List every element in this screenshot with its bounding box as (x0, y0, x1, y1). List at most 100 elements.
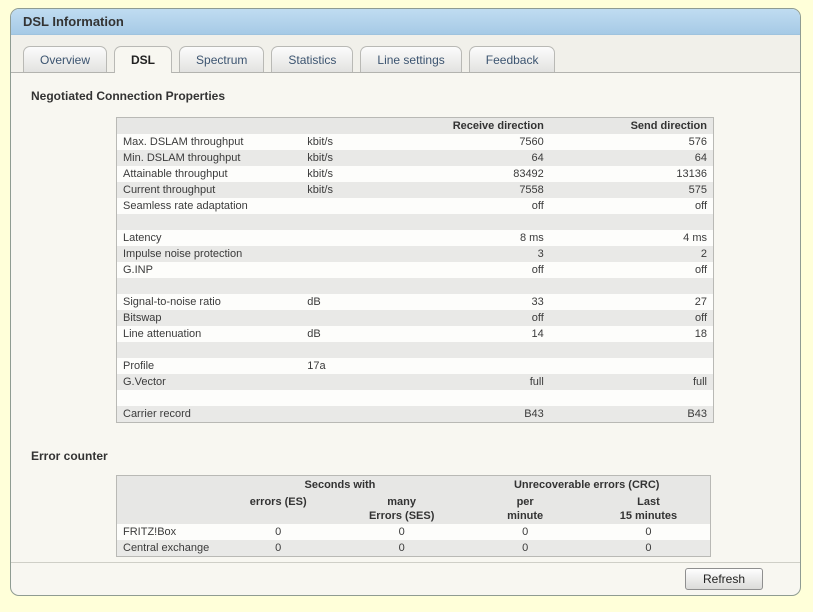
page-title: DSL Information (23, 14, 124, 29)
error-group-header-row: Seconds with Unrecoverable errors (CRC) (116, 475, 711, 493)
error-counter-heading: Error counter (31, 449, 108, 463)
tab-dsl[interactable]: DSL (114, 46, 173, 73)
error-row-label: FRITZ!Box (123, 526, 177, 538)
table-row: Current throughput kbit/s 7558 575 (116, 182, 714, 198)
error-value: 0 (275, 526, 282, 538)
property-label: Carrier record (123, 408, 191, 420)
table-row: Seamless rate adaptation off off (117, 198, 714, 214)
send-value: 27 (694, 296, 707, 308)
property-unit: kbit/s (307, 168, 333, 180)
receive-value: full (529, 376, 544, 388)
receive-value: 7558 (519, 184, 544, 196)
table-row: Latency 8 ms 4 ms (117, 230, 714, 246)
property-unit: dB (307, 328, 321, 340)
connection-properties-heading: Negotiated Connection Properties (31, 89, 226, 103)
property-label: Line attenuation (123, 328, 202, 340)
property-unit (301, 310, 398, 326)
property-unit: kbit/s (307, 184, 333, 196)
tab-statistics[interactable]: Statistics (271, 46, 354, 73)
receive-value: 7560 (519, 136, 544, 148)
header-errors-es: errors (ES) (216, 493, 340, 524)
property-label: Current throughput (123, 184, 216, 196)
error-value: 0 (275, 542, 282, 554)
spacer-row (116, 342, 714, 358)
table-row: Signal-to-noise ratio dB 33 27 (117, 294, 714, 310)
error-counter-table: Seconds with Unrecoverable errors (CRC) … (116, 475, 711, 557)
header-empty (116, 475, 217, 493)
error-value: 0 (522, 526, 529, 538)
header-receive-direction: Receive direction (398, 117, 550, 134)
header-last-15-minutes: Last 15 minutes (586, 493, 711, 524)
property-unit: kbit/s (307, 152, 333, 164)
property-unit (301, 262, 398, 278)
header-empty (116, 117, 302, 134)
error-column-header-row: errors (ES) many Errors (SES) per minute… (116, 493, 711, 524)
header-seconds-with: Seconds with (216, 475, 464, 493)
property-unit (301, 406, 398, 423)
header-empty (301, 117, 399, 134)
table-row: G.INP off off (117, 262, 714, 278)
receive-value (398, 358, 550, 374)
send-value: 576 (688, 136, 707, 148)
receive-value: 3 (537, 248, 544, 260)
send-value: 575 (688, 184, 707, 196)
property-unit: 17a (307, 360, 326, 372)
property-label: Min. DSLAM throughput (123, 152, 241, 164)
error-value: 0 (398, 542, 405, 554)
receive-value: off (531, 312, 544, 324)
spacer-row (117, 390, 714, 406)
error-value: 0 (645, 542, 652, 554)
tab-overview[interactable]: Overview (23, 46, 108, 73)
property-label: Max. DSLAM throughput (123, 136, 244, 148)
spacer-row (116, 214, 714, 230)
property-label: Impulse noise protection (123, 248, 243, 260)
property-label: Seamless rate adaptation (123, 200, 248, 212)
property-label: Bitswap (123, 312, 162, 324)
property-unit (301, 230, 398, 246)
connection-properties-table: Receive direction Send direction Max. DS… (116, 117, 714, 423)
error-value: 0 (522, 542, 529, 554)
send-value: full (692, 376, 707, 388)
header-many-errors-ses: many Errors (SES) (339, 493, 464, 524)
table-row: Bitswap off off (116, 310, 714, 326)
header-unrecoverable-errors: Unrecoverable errors (CRC) (463, 475, 711, 493)
table-row: Carrier record B43 B43 (116, 406, 714, 423)
property-label: Signal-to-noise ratio (123, 296, 221, 308)
table-row: Min. DSLAM throughput kbit/s 64 64 (116, 150, 714, 166)
tab-content-dsl: Negotiated Connection Properties Receive… (11, 73, 800, 557)
receive-value: off (531, 200, 544, 212)
property-label: Attainable throughput (123, 168, 228, 180)
spacer-row (116, 278, 714, 294)
tab-spectrum[interactable]: Spectrum (179, 46, 265, 73)
property-unit: kbit/s (307, 136, 333, 148)
send-value: off (694, 312, 707, 324)
receive-value: 14 (531, 328, 544, 340)
property-label: Profile (123, 360, 155, 372)
table-row: Profile 17a (117, 358, 714, 374)
table-row: Line attenuation dB 14 18 (117, 326, 714, 342)
send-value: off (694, 264, 707, 276)
receive-value: B43 (524, 408, 544, 420)
send-value: B43 (687, 408, 707, 420)
dsl-information-window: DSL Information Overview DSL Spectrum St… (10, 8, 801, 596)
receive-value: 33 (531, 296, 544, 308)
property-unit (301, 198, 398, 214)
tab-feedback[interactable]: Feedback (468, 46, 556, 73)
footer-bar: Refresh (11, 562, 800, 595)
table-header-row: Receive direction Send direction (116, 117, 714, 134)
tab-bar: Overview DSL Spectrum Statistics Line se… (11, 35, 800, 73)
table-row: Attainable throughput kbit/s 83492 13136 (117, 166, 714, 182)
send-value: 4 ms (683, 232, 707, 244)
property-unit (301, 246, 398, 262)
property-label: G.Vector (123, 376, 166, 388)
refresh-button[interactable]: Refresh (685, 568, 763, 590)
send-value: 2 (700, 248, 707, 260)
send-value (550, 358, 714, 374)
property-unit (301, 374, 398, 390)
table-row: Max. DSLAM throughput kbit/s 7560 576 (117, 134, 714, 150)
receive-value: 64 (531, 152, 544, 164)
tab-line-settings[interactable]: Line settings (360, 46, 462, 73)
table-row: FRITZ!Box 0 0 0 0 (117, 524, 711, 540)
table-row: Impulse noise protection 3 2 (116, 246, 714, 262)
window-titlebar: DSL Information (11, 9, 800, 35)
